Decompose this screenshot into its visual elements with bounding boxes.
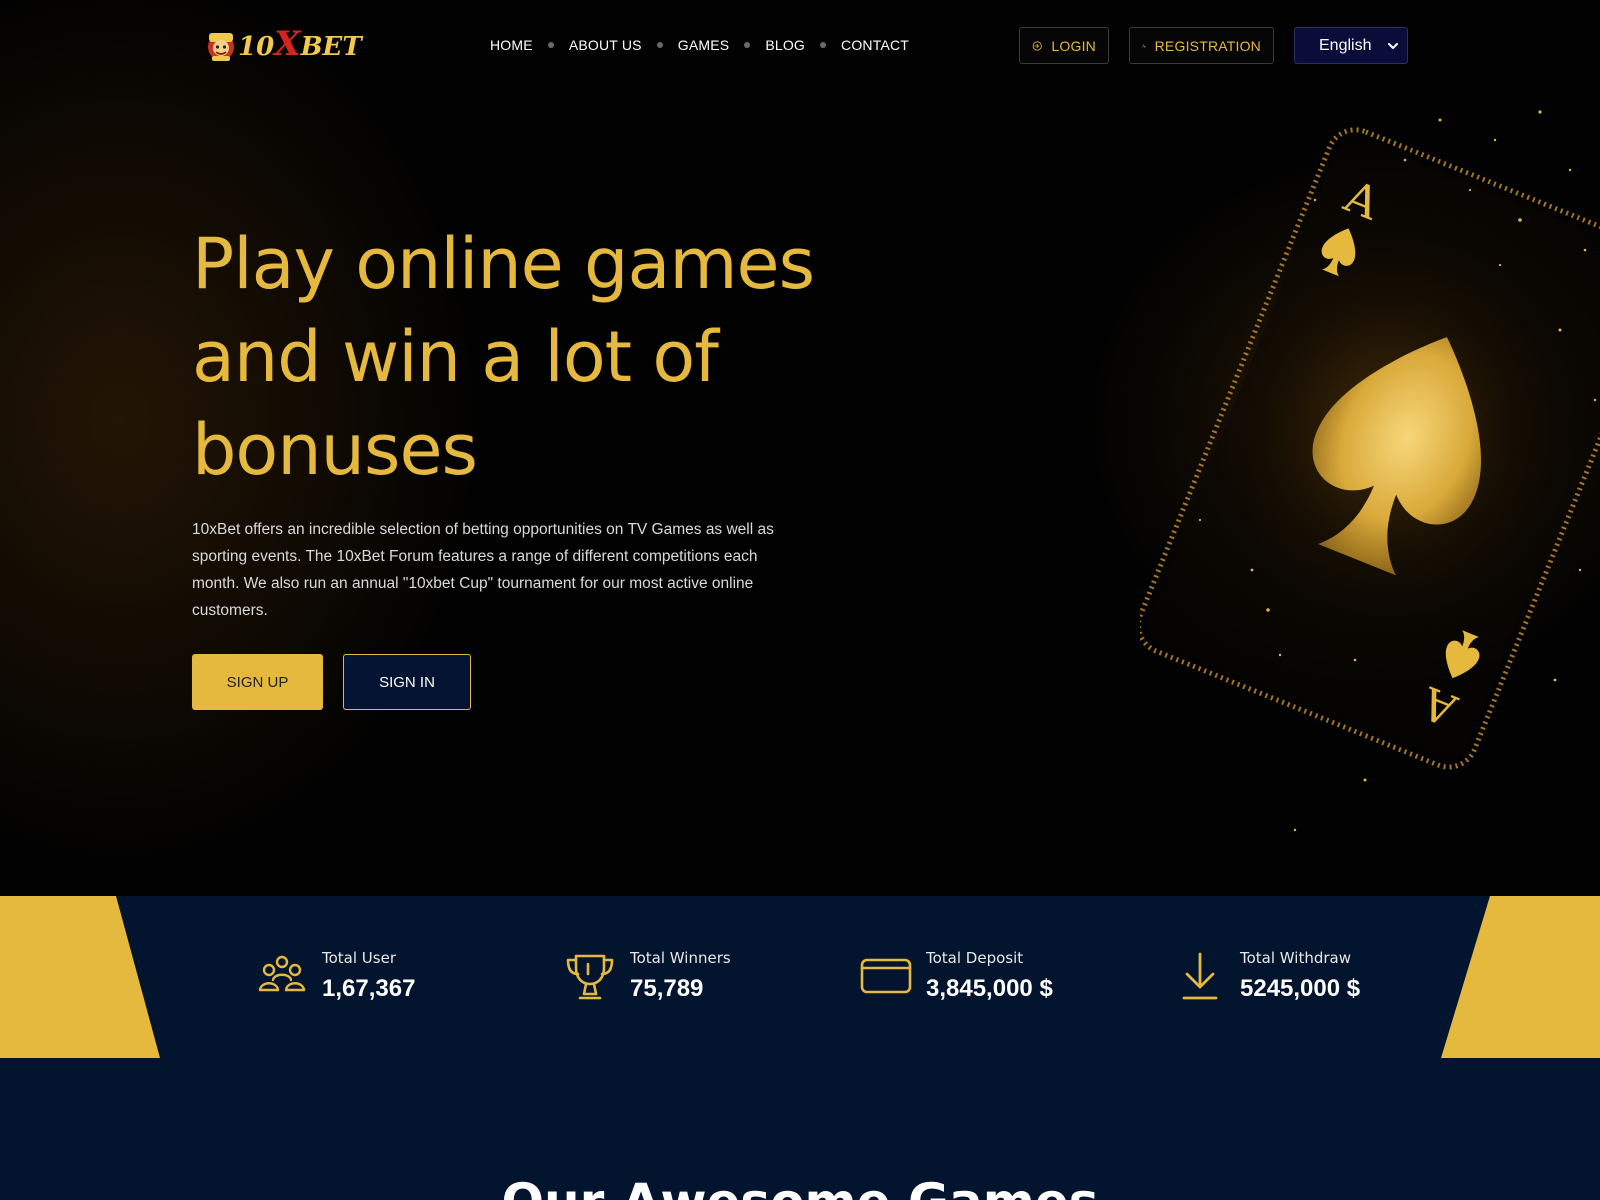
registration-button[interactable]: REGISTRATION xyxy=(1129,27,1274,64)
stat-label: Total Deposit xyxy=(926,949,1024,967)
stat-total-user: Total User 1,67,367 xyxy=(256,948,415,1006)
logo-text-bet: BET xyxy=(300,32,362,62)
nav-separator-dot xyxy=(547,42,554,48)
stat-value: 1,67,367 xyxy=(322,975,416,1002)
stat-total-withdraw: Total Withdraw 5245,000 $ xyxy=(1174,948,1360,1006)
site-header: 10XBET HOME ABOUT US GAMES BLOG CONTACT … xyxy=(0,0,1600,90)
login-label: LOGIN xyxy=(1051,37,1096,54)
logo-text-10: 10 xyxy=(238,32,275,62)
registration-label: REGISTRATION xyxy=(1154,37,1261,54)
nav-home[interactable]: HOME xyxy=(490,32,533,58)
games-section: Our Awesome Games xyxy=(0,1058,1600,1200)
users-icon xyxy=(258,955,306,992)
stat-total-deposit: Total Deposit 3,845,000 $ xyxy=(860,948,1053,1006)
hero-description: 10xBet offers an incredible selection of… xyxy=(192,521,774,619)
hero-title: Play online games and win a lot of bonus… xyxy=(192,223,815,491)
nav-contact[interactable]: CONTACT xyxy=(841,32,909,58)
hero-section: 10XBET HOME ABOUT US GAMES BLOG CONTACT … xyxy=(0,0,1600,896)
trophy-icon xyxy=(566,954,614,1000)
stat-label: Total Winners xyxy=(630,949,731,967)
site-logo[interactable]: 10XBET xyxy=(204,26,362,64)
stat-label: Total User xyxy=(322,949,396,967)
nav-separator-dot xyxy=(820,42,827,48)
sign-up-button[interactable]: SIGN UP xyxy=(192,654,323,710)
main-nav: HOME ABOUT US GAMES BLOG CONTACT xyxy=(490,32,909,58)
user-add-icon xyxy=(1142,43,1146,48)
credit-card-icon xyxy=(860,958,912,994)
stats-panel: Total User 1,67,367 Total Winners 75,789 xyxy=(116,896,1490,1058)
stat-text: Total User 1,67,367 xyxy=(322,948,415,1006)
logo-text-x: X xyxy=(274,24,301,64)
stat-text: Total Withdraw 5245,000 $ xyxy=(1240,948,1360,1006)
stat-value: 75,789 xyxy=(630,975,704,1002)
stat-text: Total Deposit 3,845,000 $ xyxy=(926,948,1053,1006)
download-icon xyxy=(1182,952,1218,1000)
stat-text: Total Winners 75,789 xyxy=(630,948,731,1006)
mascot-logo-icon xyxy=(208,33,234,61)
chevron-down-icon xyxy=(1388,43,1398,49)
language-select[interactable]: English xyxy=(1294,27,1408,64)
ace-of-spades-card-image: A A xyxy=(1140,110,1600,832)
language-selected-value: English xyxy=(1319,36,1372,54)
nav-separator-dot xyxy=(744,42,751,48)
nav-separator-dot xyxy=(656,42,663,48)
stat-label: Total Withdraw xyxy=(1240,949,1352,967)
games-section-title: Our Awesome Games xyxy=(0,1172,1600,1200)
nav-about-us[interactable]: ABOUT US xyxy=(569,32,642,58)
nav-blog[interactable]: BLOG xyxy=(765,32,805,58)
stat-value: 5245,000 $ xyxy=(1240,975,1361,1002)
login-button[interactable]: LOGIN xyxy=(1019,27,1109,64)
login-icon xyxy=(1032,40,1042,51)
nav-games[interactable]: GAMES xyxy=(678,32,730,58)
stats-band: Total User 1,67,367 Total Winners 75,789 xyxy=(0,896,1600,1058)
logo-wordmark: 10XBET xyxy=(238,26,362,65)
stat-total-winners: Total Winners 75,789 xyxy=(564,948,731,1006)
stat-value: 3,845,000 $ xyxy=(926,975,1053,1002)
sign-in-button[interactable]: SIGN IN xyxy=(343,654,471,710)
